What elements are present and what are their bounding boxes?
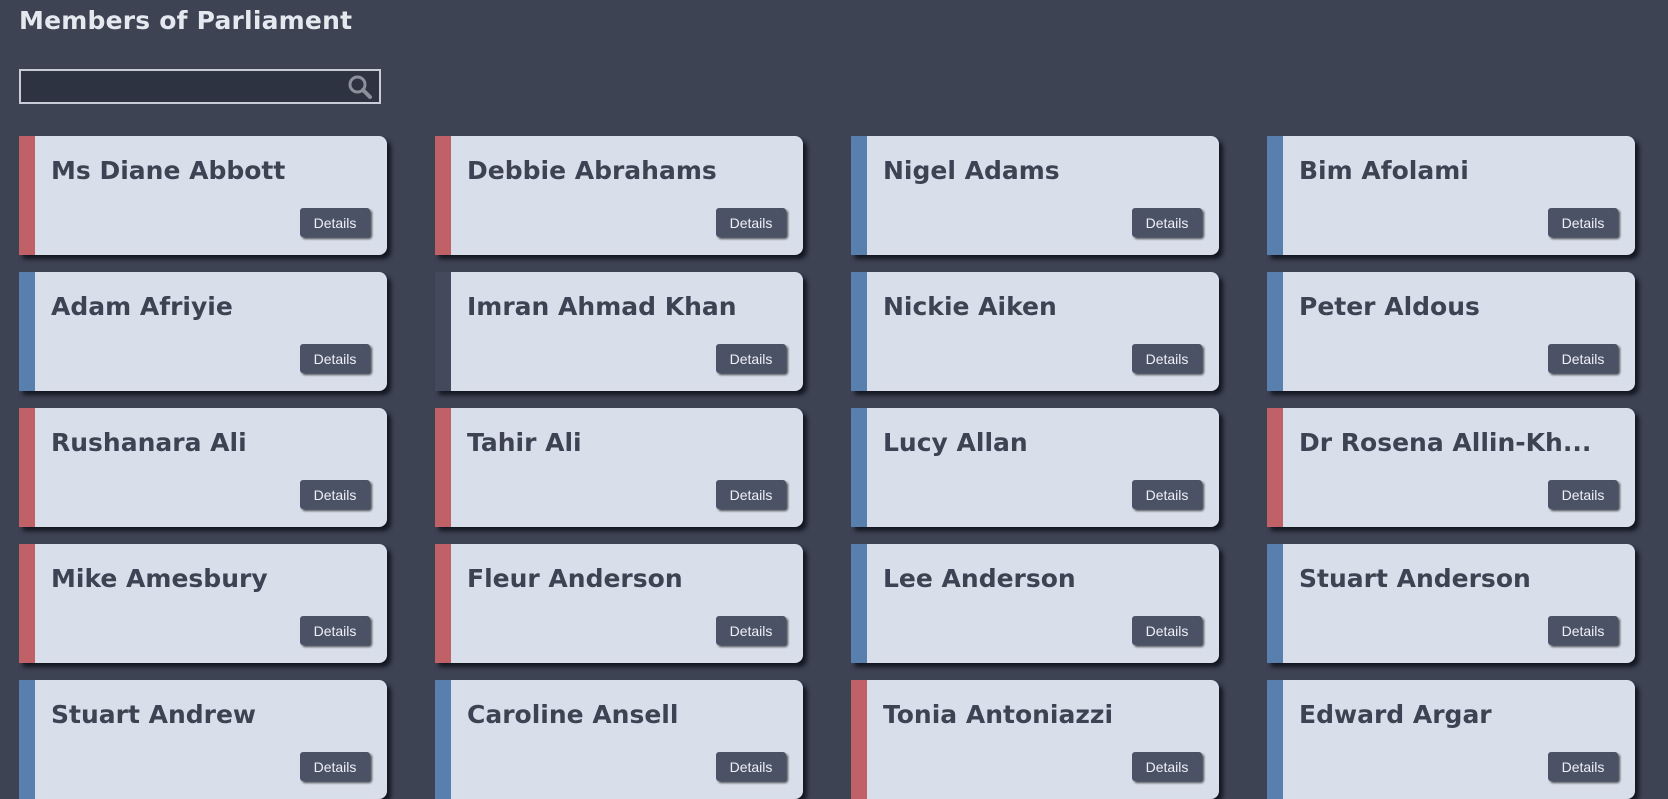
- party-color-bar: [19, 136, 35, 255]
- member-name: Tahir Ali: [467, 428, 582, 457]
- member-grid: Ms Diane Abbott Details Debbie Abrahams Det…: [19, 136, 1635, 799]
- party-color-bar: [1267, 408, 1283, 527]
- details-button[interactable]: Details: [1548, 616, 1618, 645]
- member-card[interactable]: Dr Rosena Allin-Kh... Details: [1267, 408, 1635, 527]
- details-button[interactable]: Details: [300, 208, 370, 237]
- details-button[interactable]: Details: [716, 616, 786, 645]
- member-name: Caroline Ansell: [467, 700, 679, 729]
- details-button[interactable]: Details: [1548, 752, 1618, 781]
- party-color-bar: [851, 408, 867, 527]
- member-card[interactable]: Peter Aldous Details: [1267, 272, 1635, 391]
- member-name: Edward Argar: [1299, 700, 1492, 729]
- member-card[interactable]: Tahir Ali Details: [435, 408, 803, 527]
- details-button[interactable]: Details: [716, 344, 786, 373]
- member-card[interactable]: Mike Amesbury Details: [19, 544, 387, 663]
- details-button[interactable]: Details: [300, 344, 370, 373]
- member-name: Stuart Anderson: [1299, 564, 1531, 593]
- party-color-bar: [851, 136, 867, 255]
- details-button[interactable]: Details: [300, 480, 370, 509]
- member-card[interactable]: Stuart Anderson Details: [1267, 544, 1635, 663]
- details-button[interactable]: Details: [300, 752, 370, 781]
- party-color-bar: [851, 544, 867, 663]
- details-button[interactable]: Details: [1132, 752, 1202, 781]
- member-card[interactable]: Fleur Anderson Details: [435, 544, 803, 663]
- details-button[interactable]: Details: [1132, 208, 1202, 237]
- member-name: Debbie Abrahams: [467, 156, 717, 185]
- details-button[interactable]: Details: [300, 616, 370, 645]
- party-color-bar: [19, 408, 35, 527]
- member-card[interactable]: Lee Anderson Details: [851, 544, 1219, 663]
- member-name: Dr Rosena Allin-Kh...: [1299, 428, 1592, 457]
- member-card[interactable]: Ms Diane Abbott Details: [19, 136, 387, 255]
- member-card[interactable]: Adam Afriyie Details: [19, 272, 387, 391]
- member-card[interactable]: Debbie Abrahams Details: [435, 136, 803, 255]
- party-color-bar: [851, 272, 867, 391]
- party-color-bar: [435, 408, 451, 527]
- page-title: Members of Parliament: [19, 6, 353, 35]
- party-color-bar: [1267, 544, 1283, 663]
- member-name: Bim Afolami: [1299, 156, 1469, 185]
- member-card[interactable]: Tonia Antoniazzi Details: [851, 680, 1219, 799]
- details-button[interactable]: Details: [1132, 480, 1202, 509]
- details-button[interactable]: Details: [1548, 208, 1618, 237]
- party-color-bar: [435, 136, 451, 255]
- member-card[interactable]: Imran Ahmad Khan Details: [435, 272, 803, 391]
- member-card[interactable]: Nickie Aiken Details: [851, 272, 1219, 391]
- member-name: Nickie Aiken: [883, 292, 1057, 321]
- party-color-bar: [19, 544, 35, 663]
- details-button[interactable]: Details: [1132, 616, 1202, 645]
- member-name: Ms Diane Abbott: [51, 156, 286, 185]
- member-card[interactable]: Bim Afolami Details: [1267, 136, 1635, 255]
- member-name: Imran Ahmad Khan: [467, 292, 737, 321]
- member-name: Adam Afriyie: [51, 292, 233, 321]
- member-card[interactable]: Caroline Ansell Details: [435, 680, 803, 799]
- party-color-bar: [435, 272, 451, 391]
- details-button[interactable]: Details: [1132, 344, 1202, 373]
- party-color-bar: [435, 680, 451, 799]
- search-box[interactable]: [19, 69, 381, 104]
- search-icon[interactable]: [347, 74, 373, 100]
- party-color-bar: [435, 544, 451, 663]
- party-color-bar: [851, 680, 867, 799]
- member-name: Tonia Antoniazzi: [883, 700, 1114, 729]
- member-card[interactable]: Stuart Andrew Details: [19, 680, 387, 799]
- party-color-bar: [1267, 680, 1283, 799]
- party-color-bar: [19, 680, 35, 799]
- details-button[interactable]: Details: [716, 752, 786, 781]
- details-button[interactable]: Details: [1548, 344, 1618, 373]
- details-button[interactable]: Details: [1548, 480, 1618, 509]
- details-button[interactable]: Details: [716, 480, 786, 509]
- member-card[interactable]: Nigel Adams Details: [851, 136, 1219, 255]
- party-color-bar: [1267, 136, 1283, 255]
- member-card[interactable]: Rushanara Ali Details: [19, 408, 387, 527]
- details-button[interactable]: Details: [716, 208, 786, 237]
- member-name: Fleur Anderson: [467, 564, 683, 593]
- party-color-bar: [1267, 272, 1283, 391]
- member-name: Nigel Adams: [883, 156, 1060, 185]
- member-name: Stuart Andrew: [51, 700, 257, 729]
- member-card[interactable]: Lucy Allan Details: [851, 408, 1219, 527]
- member-name: Lee Anderson: [883, 564, 1076, 593]
- member-name: Rushanara Ali: [51, 428, 247, 457]
- member-card[interactable]: Edward Argar Details: [1267, 680, 1635, 799]
- party-color-bar: [19, 272, 35, 391]
- member-name: Lucy Allan: [883, 428, 1028, 457]
- member-name: Peter Aldous: [1299, 292, 1480, 321]
- search-input[interactable]: [21, 71, 341, 102]
- member-name: Mike Amesbury: [51, 564, 268, 593]
